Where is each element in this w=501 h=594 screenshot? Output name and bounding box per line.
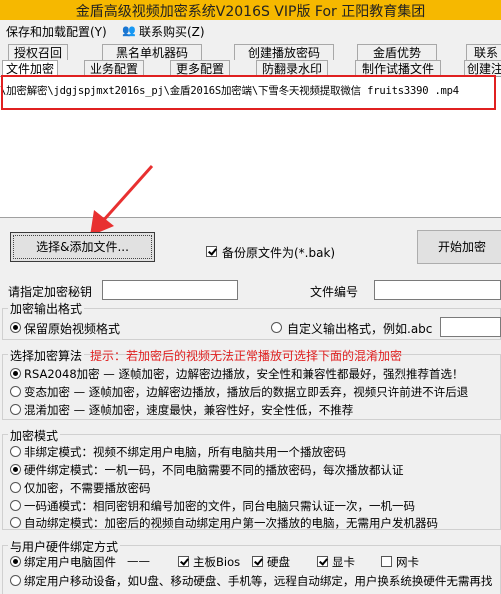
extreme-radio[interactable] <box>10 386 21 397</box>
file-number-input[interactable] <box>374 280 501 300</box>
window-title: 金盾高级视频加密系统V2016S VIP版 For 正阳教育集团 <box>75 4 426 20</box>
bind-mobile-label: 绑定用户移动设备，如U盘、移动硬盘、手机等，远程自动绑定，用户换系统换硬件无需再… <box>24 574 493 588</box>
menu-bar: 保存和加载配置(Y) 👥 联系购买(Z) <box>0 20 501 40</box>
tab-row-1: 授权召回 黑名单机器码 创建播放密码 金盾优势 联系 <box>0 44 501 60</box>
output-format-legend: 加密输出格式 <box>8 300 85 317</box>
title-bar[interactable]: 金盾高级视频加密系统V2016S VIP版 For 正阳教育集团 <box>0 0 501 20</box>
backup-checkbox[interactable] <box>206 246 217 257</box>
tab-contact[interactable]: 联系 <box>466 44 501 60</box>
tab-advantages[interactable]: 金盾优势 <box>357 44 437 60</box>
tab-file-encrypt[interactable]: 文件加密 <box>2 60 58 76</box>
add-file-button[interactable]: 选择&添加文件... <box>10 232 155 262</box>
mode-encrypt-only-radio[interactable] <box>10 482 21 493</box>
nic-checkbox[interactable] <box>381 556 392 567</box>
contact-icon: 👥 <box>122 24 136 37</box>
custom-format-label: 自定义输出格式，例如.abc <box>287 322 433 336</box>
tab-license-recall[interactable]: 授权召回 <box>8 44 68 60</box>
gpu-checkbox[interactable] <box>317 556 328 567</box>
mode-hardware-label: 硬件绑定模式：一机一码，不同电脑需要不同的播放密码，每次播放都认证 <box>24 463 404 477</box>
bind-pc-radio[interactable] <box>10 556 21 567</box>
tab-watermark[interactable]: 防翻录水印 <box>256 60 328 76</box>
mode-one-code-label: 一码通模式：相同密钥和编号加密的文件，同台电脑只需认证一次，一机一码 <box>24 499 415 513</box>
gpu-label: 显卡 <box>332 555 355 569</box>
start-encrypt-button[interactable]: 开始加密 <box>417 230 501 264</box>
custom-format-radio[interactable] <box>271 322 282 333</box>
menu-item-contact-buy[interactable]: 联系购买(Z) <box>139 23 205 40</box>
mode-auto-bind-label: 自动绑定模式：加密后的视频自动绑定用户第一次播放的电脑，无需用户发机器码 <box>24 516 438 530</box>
password-label: 请指定加密秘钥 <box>8 285 93 299</box>
file-list-item[interactable]: \加密解密\jdgjspjmxt2016s_pj\金盾2016S加密端\下雪冬天… <box>0 81 459 101</box>
menu-item-save-load[interactable]: 保存和加载配置(Y) <box>6 23 107 40</box>
rsa-label: RSA2048加密 — 逐帧加密，边解密边播放，安全性和兼容性都最好，强烈推荐首… <box>24 367 464 381</box>
file-number-label: 文件编号 <box>310 285 359 299</box>
tab-create-play-password[interactable]: 创建播放密码 <box>234 44 334 60</box>
mode-hardware-radio[interactable] <box>10 464 21 475</box>
disk-checkbox[interactable] <box>252 556 263 567</box>
disk-label: 硬盘 <box>267 555 290 569</box>
rsa-radio[interactable] <box>10 368 21 379</box>
custom-format-input[interactable] <box>440 317 501 337</box>
algorithm-hint: 提示：若加密后的视频无法正常播放可选择下面的混淆加密 <box>90 349 403 363</box>
tab-more-config[interactable]: 更多配置 <box>170 60 230 76</box>
extreme-label: 变态加密 — 逐帧加密，边解密边播放，播放后的数据立即丢弃，视频只许前进不许后退 <box>24 385 469 399</box>
tab-create-more[interactable]: 创建注 <box>464 60 501 76</box>
password-input[interactable] <box>102 280 238 300</box>
bind-pc-label: 绑定用户电脑固件 <box>24 555 116 569</box>
keep-format-label: 保留原始视频格式 <box>24 322 121 336</box>
mode-unbound-radio[interactable] <box>10 446 21 457</box>
nic-label: 网卡 <box>396 555 419 569</box>
tab-trial-file[interactable]: 制作试播文件 <box>355 60 441 76</box>
annotation-arrow-icon <box>90 165 154 236</box>
tab-row-2: 文件加密 业务配置 更多配置 防翻录水印 制作试播文件 创建注 <box>0 60 501 76</box>
hardware-legend: 与用户硬件绑定方式 <box>8 538 121 555</box>
board-bios-checkbox[interactable] <box>178 556 189 567</box>
obfuscate-label: 混淆加密 — 逐帧加密，速度最快，兼容性好，安全性低，不推荐 <box>24 403 354 417</box>
tab-business-config[interactable]: 业务配置 <box>84 60 144 76</box>
bind-mobile-radio[interactable] <box>10 575 21 586</box>
mode-auto-bind-radio[interactable] <box>10 517 21 528</box>
tab-blacklist[interactable]: 黑名单机器码 <box>102 44 202 60</box>
mode-legend: 加密模式 <box>8 427 61 444</box>
mode-encrypt-only-label: 仅加密，不需要播放密码 <box>24 481 151 495</box>
keep-format-radio[interactable] <box>10 322 21 333</box>
algorithm-legend: 选择加密算法 <box>8 347 85 364</box>
obfuscate-radio[interactable] <box>10 404 21 415</box>
bind-dash: —— <box>127 554 150 568</box>
backup-label: 备份原文件为(*.bak) <box>222 246 336 260</box>
file-list[interactable]: \加密解密\jdgjspjmxt2016s_pj\金盾2016S加密端\下雪冬天… <box>0 76 501 218</box>
mode-unbound-label: 非绑定模式：视频不绑定用户电脑，所有电脑共用一个播放密码 <box>24 445 346 459</box>
board-bios-label: 主板Bios <box>193 555 241 569</box>
mode-one-code-radio[interactable] <box>10 500 21 511</box>
